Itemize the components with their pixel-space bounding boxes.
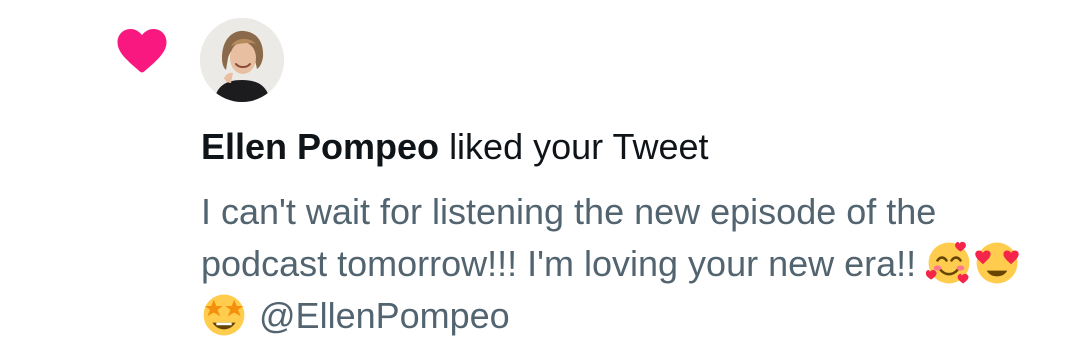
heart-eyes-icon [975, 242, 1019, 284]
tweet-body: I can't wait for listening the new episo… [201, 191, 937, 284]
avatar[interactable] [200, 18, 284, 102]
star-struck-icon [203, 294, 245, 336]
user-avatar-icon [200, 18, 284, 102]
action-text: liked your Tweet [449, 126, 709, 167]
heart-icon [117, 29, 167, 73]
mention-link[interactable]: @EllenPompeo [259, 295, 510, 336]
like-notification[interactable]: Ellen Pompeo liked your Tweet I can't wa… [0, 0, 1080, 356]
actor-name[interactable]: Ellen Pompeo [201, 126, 439, 167]
tweet-text[interactable]: I can't wait for listening the new episo… [201, 186, 1061, 342]
notification-headline: Ellen Pompeo liked your Tweet [201, 124, 709, 170]
smiling-face-with-hearts-icon [926, 241, 970, 284]
